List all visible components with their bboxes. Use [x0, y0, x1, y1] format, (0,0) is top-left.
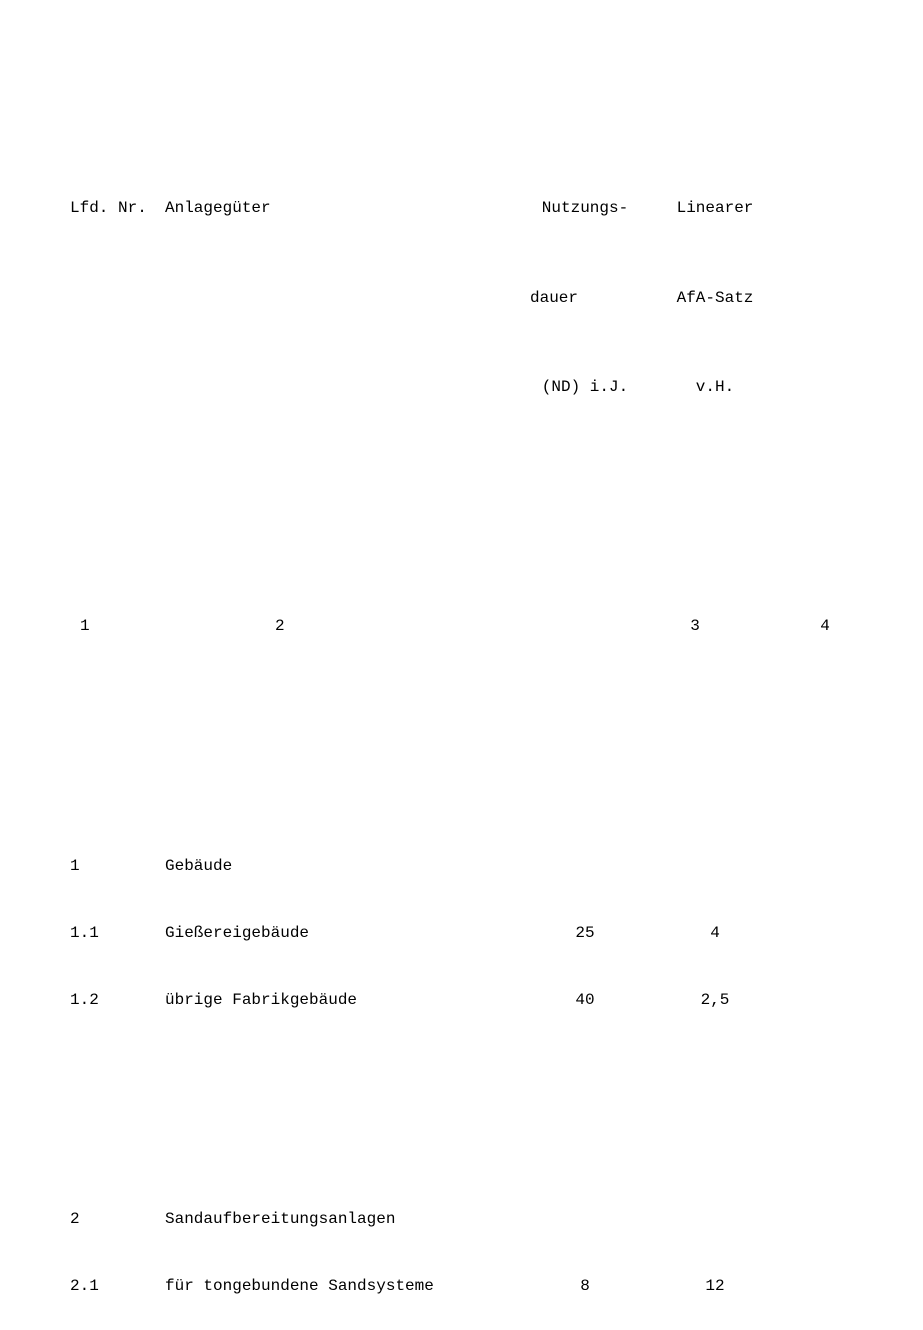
cell-afa [640, 855, 790, 877]
colnum-2: 2 [165, 615, 640, 637]
table-row: 1.1 Gießereigebäude 25 4 [0, 922, 923, 944]
header-anlagegueter: Anlagegüter [165, 197, 530, 219]
cell-name: Gebäude [165, 855, 530, 877]
cell-nd [530, 855, 640, 877]
cell-name: übrige Fabrikgebäude [165, 989, 530, 1011]
header-nd-3: (ND) i.J. [530, 376, 640, 398]
table-row: 1.2 übrige Fabrikgebäude 40 2,5 [0, 989, 923, 1011]
cell-nd [530, 1208, 640, 1230]
header-row-2: dauer AfA-Satz [0, 287, 923, 309]
header-nd-2: dauer [530, 287, 640, 309]
colnum-4: 4 [750, 615, 900, 637]
cell-nr: 2 [0, 1208, 165, 1230]
cell-nd: 40 [530, 989, 640, 1011]
cell-nr: 1.1 [0, 922, 165, 944]
cell-nr: 1.2 [0, 989, 165, 1011]
header-nd-1: Nutzungs- [530, 197, 640, 219]
cell-nr: 1 [0, 855, 165, 877]
colnum-1: 1 [0, 615, 165, 637]
table-row: 1 Gebäude [0, 855, 923, 877]
header-afa-1: Linearer [640, 197, 790, 219]
column-number-row: 1 2 3 4 [0, 615, 923, 637]
afa-table: Lfd. Nr. Anlagegüter Nutzungs- Linearer … [0, 90, 923, 1330]
cell-nd: 25 [530, 922, 640, 944]
cell-afa: 4 [640, 922, 790, 944]
header-lfdnr: Lfd. Nr. [0, 197, 165, 219]
cell-nd: 8 [530, 1275, 640, 1297]
colnum-3: 3 [640, 615, 750, 637]
cell-nr: 2.1 [0, 1275, 165, 1297]
header-row-1: Lfd. Nr. Anlagegüter Nutzungs- Linearer [0, 197, 923, 219]
cell-afa [640, 1208, 790, 1230]
cell-name: für tongebundene Sandsysteme [165, 1275, 530, 1297]
header-row-3: (ND) i.J. v.H. [0, 376, 923, 398]
cell-afa: 2,5 [640, 989, 790, 1011]
table-row: 2 Sandaufbereitungsanlagen [0, 1208, 923, 1230]
table-row: 2.1 für tongebundene Sandsysteme 8 12 [0, 1275, 923, 1297]
header-afa-3: v.H. [640, 376, 790, 398]
cell-name: Gießereigebäude [165, 922, 530, 944]
cell-afa: 12 [640, 1275, 790, 1297]
cell-name: Sandaufbereitungsanlagen [165, 1208, 530, 1230]
header-afa-2: AfA-Satz [640, 287, 790, 309]
